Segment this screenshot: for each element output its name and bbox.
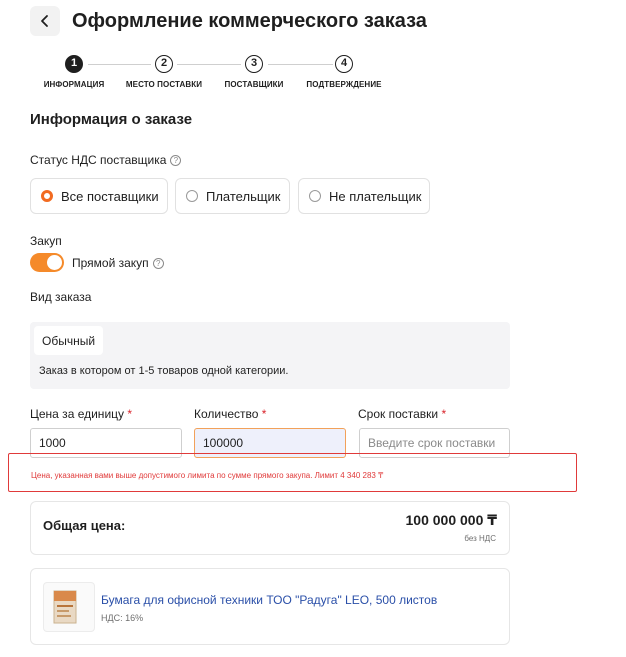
delivery-term-label-text: Срок поставки (358, 407, 439, 421)
price-label-text: Цена за единицу (30, 407, 125, 421)
required-mark: * (261, 407, 267, 421)
order-type-label: Вид заказа (30, 290, 92, 304)
vat-status-label: Статус НДС поставщика ? (30, 153, 182, 167)
paper-pack-image (53, 590, 77, 624)
price-label: Цена за единицу * (30, 407, 132, 421)
product-image[interactable] (43, 582, 95, 632)
page-title: Оформление коммерческого заказа (72, 9, 427, 32)
total-label: Общая цена: (43, 518, 126, 533)
total-amount: 100 000 000 ₸ (405, 512, 498, 528)
step-suppliers[interactable]: 3 ПОСТАВЩИКИ (210, 55, 298, 89)
step-information[interactable]: 1 ИНФОРМАЦИЯ (30, 55, 118, 89)
question-circle-icon[interactable]: ? (152, 257, 164, 269)
step-label: ИНФОРМАЦИЯ (43, 80, 105, 89)
step-number: 2 (155, 55, 173, 73)
step-number: 4 (335, 55, 353, 73)
step-delivery-place[interactable]: 2 МЕСТО ПОСТАВКИ (120, 55, 208, 89)
quantity-label-text: Количество (194, 407, 259, 421)
purchase-label: Закуп (30, 234, 62, 248)
direct-purchase-label-text: Прямой закуп (72, 256, 149, 270)
question-circle-icon[interactable]: ? (170, 154, 182, 166)
total-vat-note: без НДС (464, 534, 496, 543)
page-header: Оформление коммерческого заказа (30, 6, 427, 36)
product-name-link[interactable]: Бумага для офисной техники ТОО "Радуга" … (101, 593, 437, 607)
radio-label: Все поставщики (61, 188, 159, 204)
radio-indicator (186, 190, 198, 202)
toggle-knob (47, 255, 62, 270)
quantity-label: Количество * (194, 407, 266, 421)
vat-status-label-text: Статус НДС поставщика (30, 153, 167, 167)
radio-label: Не плательщик (329, 188, 422, 204)
total-price-card: Общая цена: 100 000 000 ₸ без НДС (30, 501, 510, 555)
direct-purchase-toggle[interactable] (30, 253, 64, 272)
stepper: 1 ИНФОРМАЦИЯ 2 МЕСТО ПОСТАВКИ 3 ПОСТАВЩИ… (30, 55, 400, 95)
step-number: 1 (65, 55, 83, 73)
step-label: ПОСТАВЩИКИ (224, 80, 284, 89)
step-label: МЕСТО ПОСТАВКИ (125, 80, 203, 89)
step-confirmation[interactable]: 4 ПОДТВЕРЖДЕНИЕ (300, 55, 388, 89)
delivery-term-label: Срок поставки * (358, 407, 446, 421)
error-message: Цена, указанная вами выше допустимого ли… (31, 471, 384, 480)
required-mark: * (127, 407, 133, 421)
product-card: Бумага для офисной техники ТОО "Радуга" … (30, 568, 510, 645)
radio-all-suppliers[interactable]: Все поставщики (30, 178, 168, 214)
order-type-panel: Обычный Заказ в котором от 1-5 товаров о… (30, 322, 510, 389)
chevron-left-icon (41, 15, 48, 27)
section-title: Информация о заказе (30, 111, 193, 128)
back-button[interactable] (30, 6, 60, 36)
step-label: ПОДТВЕРЖДЕНИЕ (306, 80, 382, 89)
radio-payer[interactable]: Плательщик (175, 178, 290, 214)
product-vat: НДС: 16% (101, 613, 144, 623)
direct-purchase-label: Прямой закуп ? (72, 256, 164, 270)
order-type-option-regular[interactable]: Обычный (34, 326, 104, 355)
required-mark: * (441, 407, 447, 421)
order-type-description: Заказ в котором от 1-5 товаров одной кат… (39, 365, 289, 377)
radio-indicator (309, 190, 321, 202)
radio-indicator (41, 190, 53, 202)
radio-label: Плательщик (206, 188, 281, 204)
step-number: 3 (245, 55, 263, 73)
radio-non-payer[interactable]: Не плательщик (298, 178, 430, 214)
